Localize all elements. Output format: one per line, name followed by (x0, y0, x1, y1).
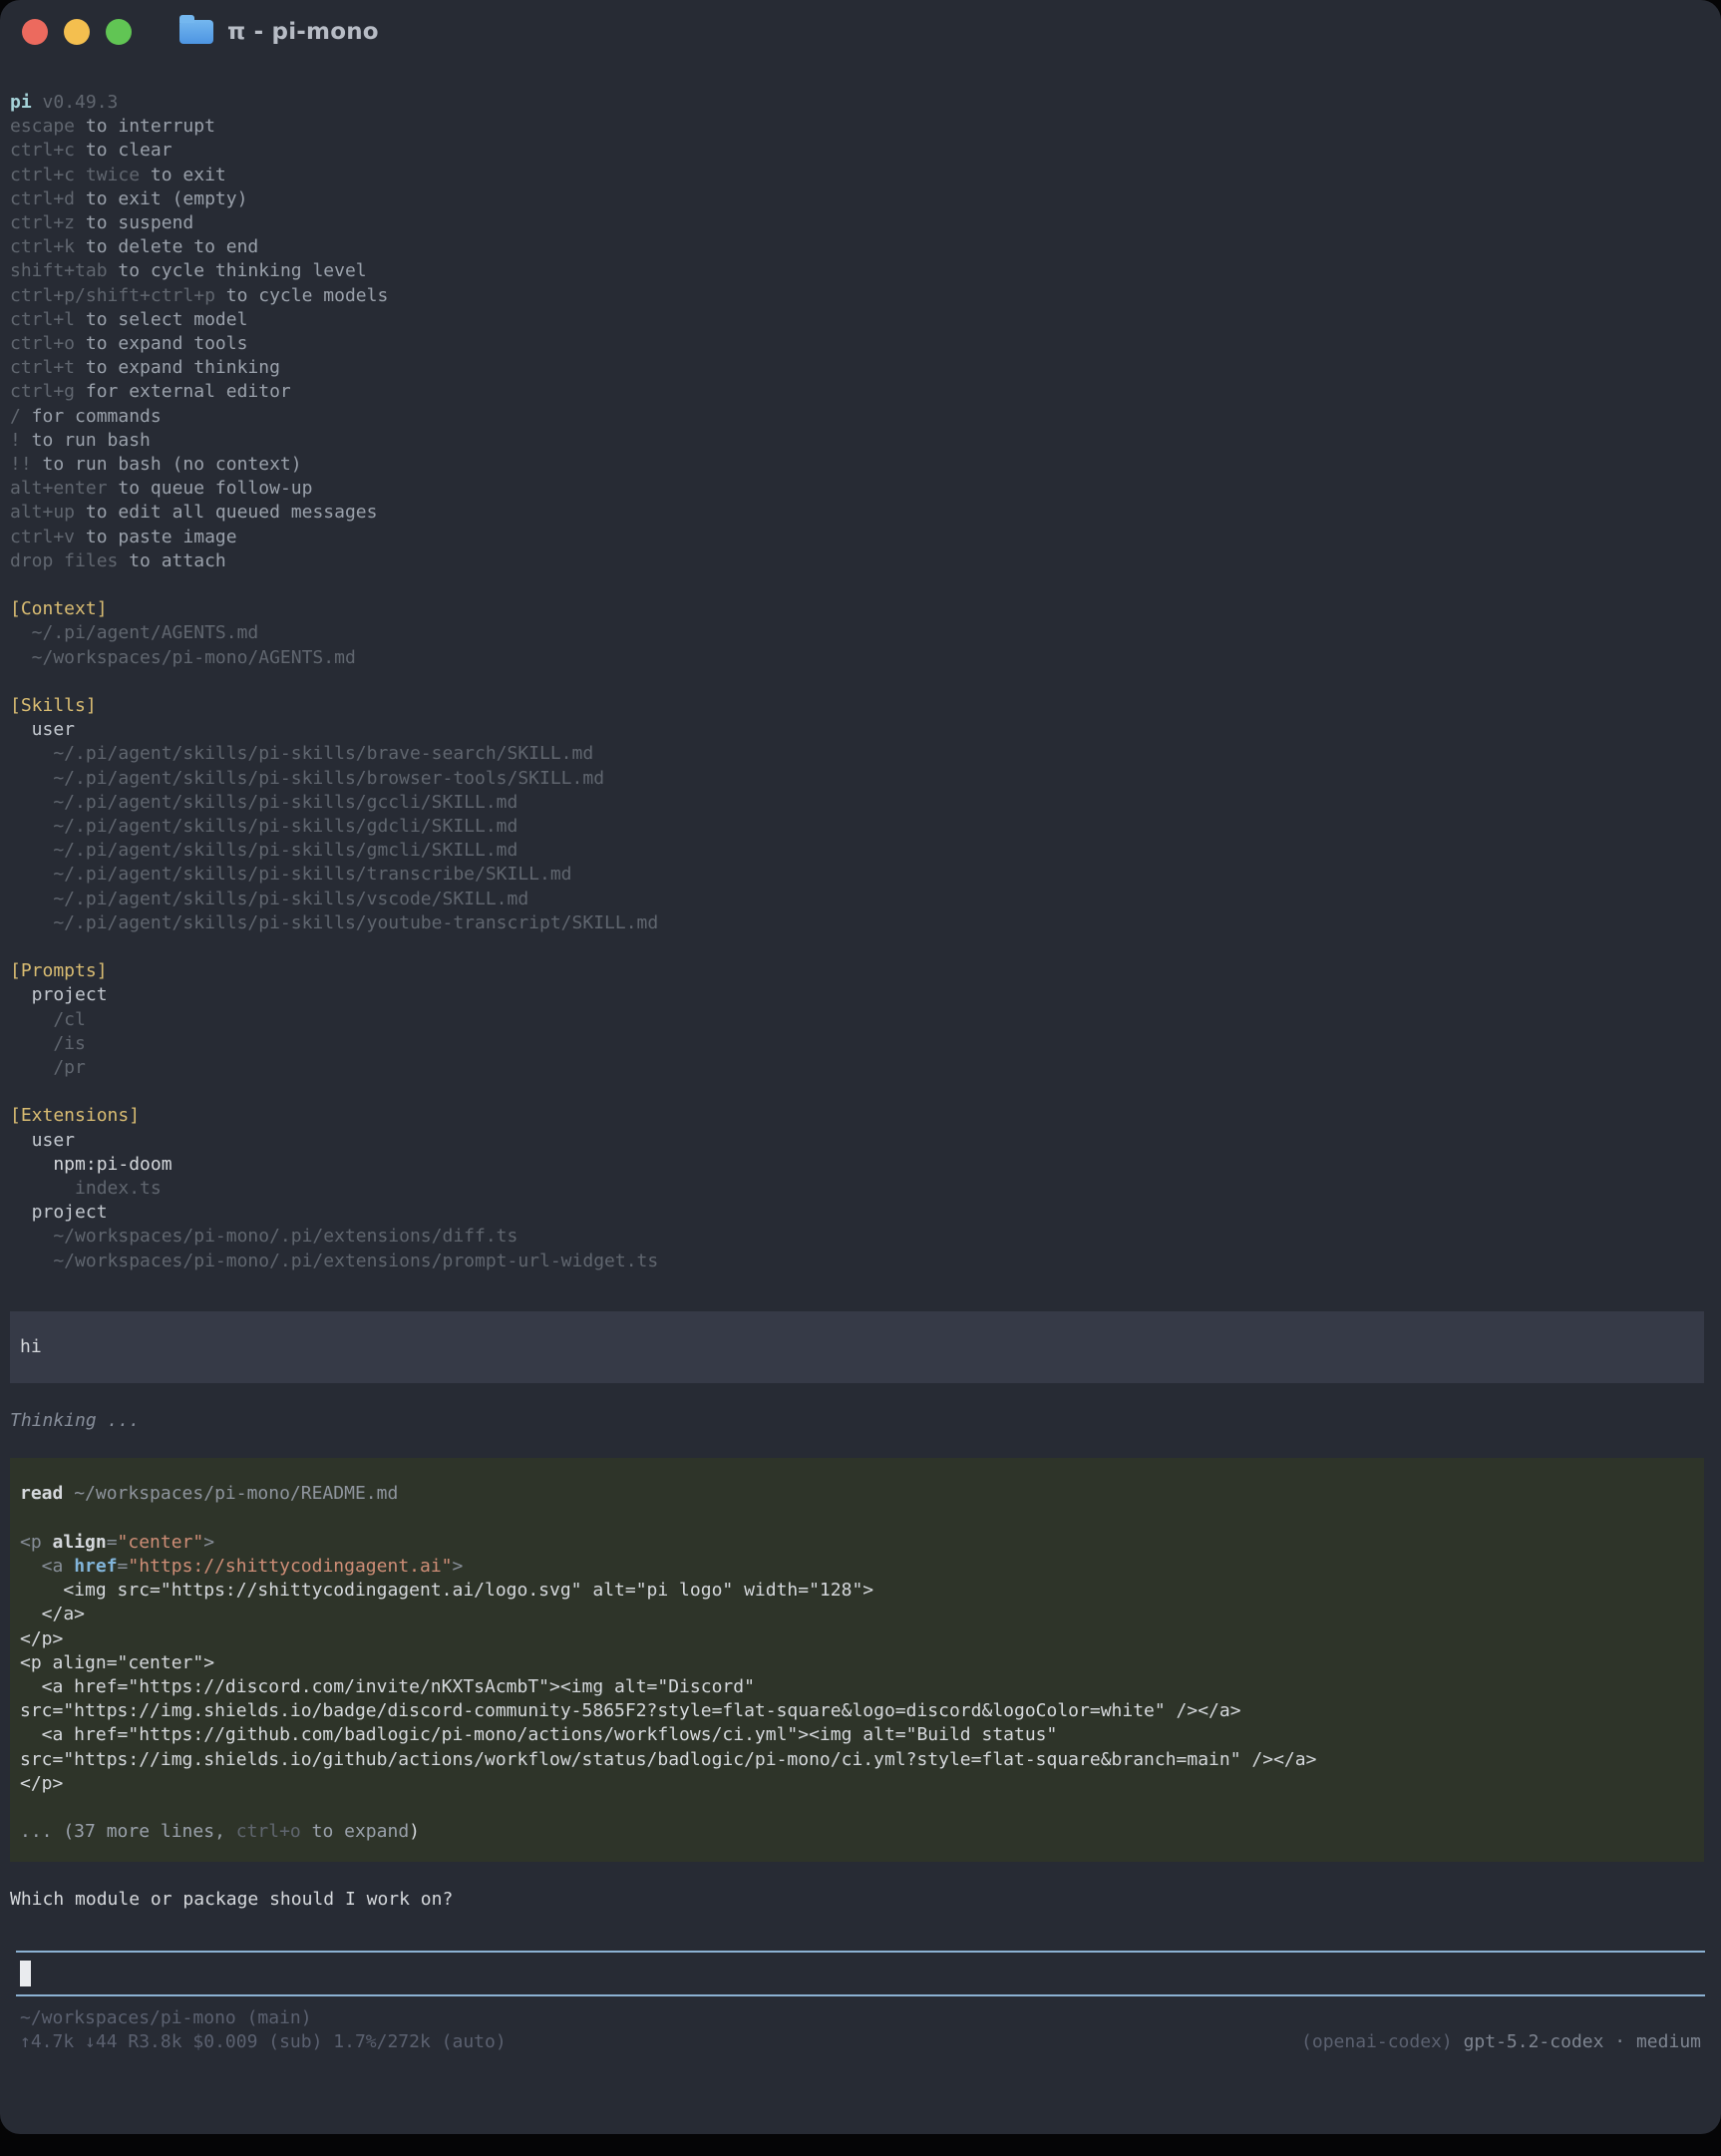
skill-path: ~/.pi/agent/skills/pi-skills/gccli/SKILL… (10, 791, 1711, 815)
status-bar: ~/workspaces/pi-mono (main) ↑4.7k ↓44 R3… (10, 2006, 1711, 2054)
token-cost-stats: ↑4.7k ↓44 R3.8k $0.009 (sub) 1.7%/272k (… (20, 2030, 507, 2054)
read-command-line: read ~/workspaces/pi-mono/README.md (20, 1482, 1694, 1506)
blank-line (10, 670, 1711, 694)
help-line: ctrl+p/shift+ctrl+p to cycle models (10, 284, 1711, 308)
extensions-group-project: project (10, 1201, 1711, 1225)
help-line: drop files to attach (10, 549, 1711, 573)
expand-shortcut: ctrl+o (236, 1821, 301, 1842)
help-line: shift+tab to cycle thinking level (10, 259, 1711, 283)
help-line: alt+up to edit all queued messages (10, 501, 1711, 525)
startup-help: pi v0.49.3 escape to interrupt ctrl+c to… (10, 91, 1711, 573)
prompt-item: /cl (10, 1008, 1711, 1032)
extensions-section: [Extensions] user npm:pi-doom index.ts p… (10, 1104, 1711, 1272)
skill-path: ~/.pi/agent/skills/pi-skills/gdcli/SKILL… (10, 815, 1711, 839)
app-version: v0.49.3 (32, 92, 119, 113)
provider-name: (openai-codex) (1301, 2031, 1464, 2052)
zoom-window-button[interactable] (106, 19, 132, 45)
prompt-item: /pr (10, 1056, 1711, 1080)
blank-line (10, 1080, 1711, 1104)
context-section-label: [Context] (10, 597, 1711, 621)
extensions-group-user: user (10, 1129, 1711, 1153)
code-line: </p> (20, 1627, 1694, 1651)
folder-icon (179, 20, 213, 44)
code-line: <a href="https://discord.com/invite/nKXT… (20, 1675, 1694, 1699)
code-line: <p align="center"> (20, 1531, 1694, 1555)
text-cursor (20, 1961, 31, 1986)
skills-group-user: user (10, 718, 1711, 742)
extension-path: ~/workspaces/pi-mono/.pi/extensions/prom… (10, 1250, 1711, 1273)
skill-path: ~/.pi/agent/skills/pi-skills/transcribe/… (10, 863, 1711, 887)
context-path: ~/workspaces/pi-mono/AGENTS.md (10, 646, 1711, 670)
prompts-section-label: [Prompts] (10, 959, 1711, 983)
help-line: escape to interrupt (10, 115, 1711, 139)
help-line: !! to run bash (no context) (10, 453, 1711, 477)
code-line: src="https://img.shields.io/badge/discor… (20, 1699, 1694, 1723)
window-title: π - pi-mono (227, 19, 379, 45)
tool-output-block: read ~/workspaces/pi-mono/README.md <p a… (10, 1458, 1704, 1862)
cwd-branch-status: ~/workspaces/pi-mono (main) (20, 2006, 1701, 2030)
model-name: gpt-5.2-codex · medium (1464, 2031, 1701, 2052)
minimize-window-button[interactable] (64, 19, 90, 45)
context-section: [Context] ~/.pi/agent/AGENTS.md ~/worksp… (10, 597, 1711, 670)
prompts-section: [Prompts] project /cl /is /pr (10, 959, 1711, 1080)
code-line: </a> (20, 1603, 1694, 1626)
status-row: ↑4.7k ↓44 R3.8k $0.009 (sub) 1.7%/272k (… (20, 2030, 1701, 2054)
close-window-button[interactable] (22, 19, 48, 45)
app-name: pi (10, 92, 32, 113)
help-line: ctrl+t to expand thinking (10, 356, 1711, 380)
skills-section: [Skills] user ~/.pi/agent/skills/pi-skil… (10, 694, 1711, 935)
user-message-panel: hi (10, 1311, 1704, 1383)
context-path: ~/.pi/agent/AGENTS.md (10, 621, 1711, 645)
app-banner: pi v0.49.3 (10, 91, 1711, 115)
skill-path: ~/.pi/agent/skills/pi-skills/browser-too… (10, 767, 1711, 791)
truncation-notice: ... (37 more lines, ctrl+o to expand) (20, 1820, 1694, 1844)
extension-path: ~/workspaces/pi-mono/.pi/extensions/diff… (10, 1225, 1711, 1249)
extensions-section-label: [Extensions] (10, 1104, 1711, 1128)
help-line: ctrl+o to expand tools (10, 332, 1711, 356)
skill-path: ~/.pi/agent/skills/pi-skills/youtube-tra… (10, 911, 1711, 935)
help-line: ctrl+c twice to exit (10, 164, 1711, 187)
blank-line (20, 1796, 1694, 1820)
thinking-status: Thinking ... (10, 1409, 1711, 1433)
read-command: read (20, 1483, 74, 1504)
code-line: <a href="https://github.com/badlogic/pi-… (20, 1723, 1694, 1747)
assistant-question: Which module or package should I work on… (10, 1888, 1711, 1912)
terminal-window: π - pi-mono pi v0.49.3 escape to interru… (0, 0, 1721, 2134)
code-line: <a href="https://shittycodingagent.ai"> (20, 1555, 1694, 1579)
blank-line (10, 935, 1711, 959)
read-file-path: ~/workspaces/pi-mono/README.md (74, 1483, 398, 1504)
prompts-group-project: project (10, 983, 1711, 1007)
help-line: ctrl+g for external editor (10, 380, 1711, 404)
code-line: </p> (20, 1772, 1694, 1796)
help-line: / for commands (10, 405, 1711, 429)
code-line: <p align="center"> (20, 1651, 1694, 1675)
help-line: alt+enter to queue follow-up (10, 477, 1711, 501)
skill-path: ~/.pi/agent/skills/pi-skills/vscode/SKIL… (10, 888, 1711, 911)
user-message-text: hi (20, 1335, 1694, 1359)
skills-section-label: [Skills] (10, 694, 1711, 718)
message-input[interactable] (16, 1951, 1705, 1996)
help-line: ctrl+v to paste image (10, 526, 1711, 549)
prompt-item: /is (10, 1032, 1711, 1056)
terminal-content: pi v0.49.3 escape to interrupt ctrl+c to… (0, 91, 1721, 2054)
code-line: <img src="https://shittycodingagent.ai/l… (20, 1579, 1694, 1603)
code-line: src="https://img.shields.io/github/actio… (20, 1748, 1694, 1772)
blank-line (10, 573, 1711, 597)
help-line: ! to run bash (10, 429, 1711, 453)
window-titlebar: π - pi-mono (0, 0, 1721, 64)
help-line: ctrl+c to clear (10, 139, 1711, 163)
extension-npm-package: npm:pi-doom (10, 1153, 1711, 1177)
skill-path: ~/.pi/agent/skills/pi-skills/brave-searc… (10, 742, 1711, 766)
extension-npm-file: index.ts (10, 1177, 1711, 1201)
help-line: ctrl+d to exit (empty) (10, 187, 1711, 211)
help-line: ctrl+k to delete to end (10, 235, 1711, 259)
help-line: ctrl+l to select model (10, 308, 1711, 332)
skill-path: ~/.pi/agent/skills/pi-skills/gmcli/SKILL… (10, 839, 1711, 863)
help-line: ctrl+z to suspend (10, 211, 1711, 235)
model-status: (openai-codex) gpt-5.2-codex · medium (1301, 2030, 1701, 2054)
blank-line (20, 1507, 1694, 1531)
